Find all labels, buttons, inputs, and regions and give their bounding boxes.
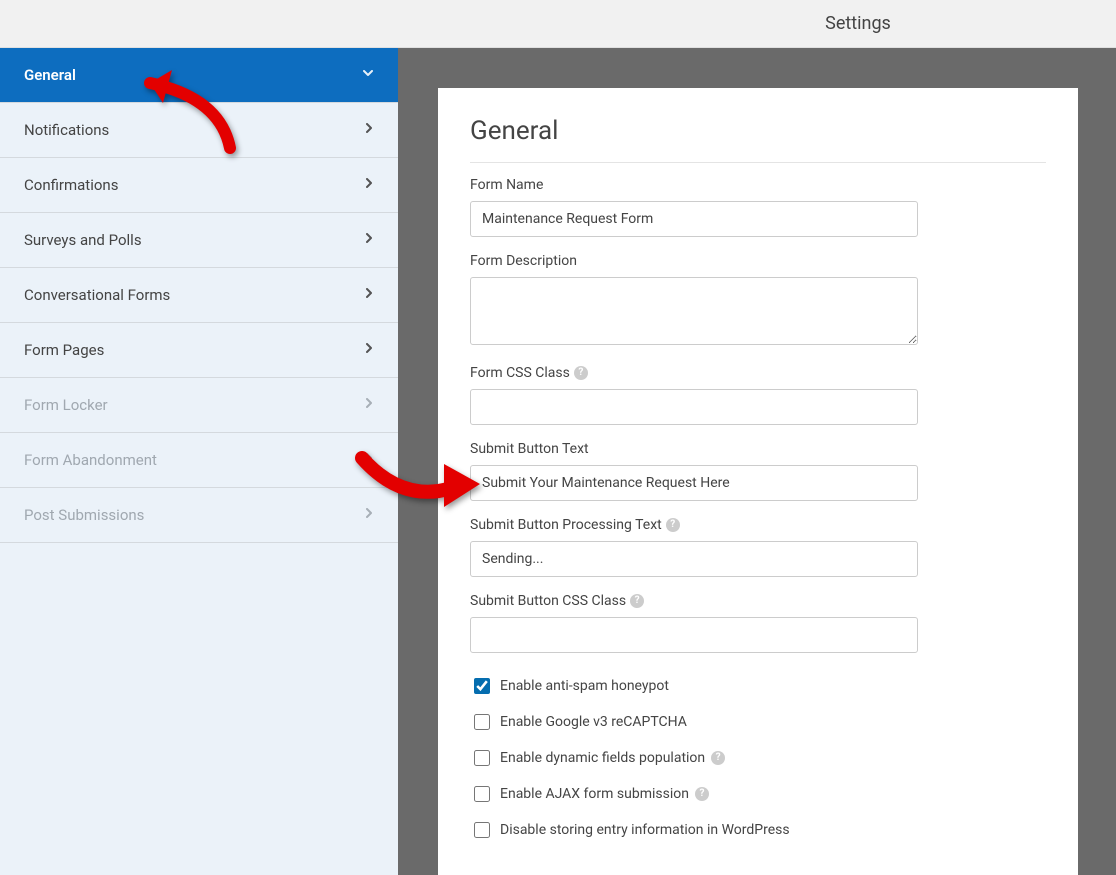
sidebar-item-label: Confirmations: [24, 176, 118, 194]
input-submit-button-css-class[interactable]: [470, 617, 918, 653]
help-icon[interactable]: ?: [711, 751, 725, 765]
label-form-description: Form Description: [470, 253, 1046, 269]
topbar: Settings: [0, 0, 1116, 48]
chevron-down-icon: [362, 67, 374, 83]
checkbox-input[interactable]: [474, 750, 490, 766]
checkbox-row: Disable storing entry information in Wor…: [470, 819, 1046, 841]
input-form-css-class[interactable]: [470, 389, 918, 425]
help-icon[interactable]: ?: [574, 366, 588, 380]
checkbox-list: Enable anti-spam honeypot Enable Google v…: [470, 675, 1046, 841]
input-form-name[interactable]: [470, 201, 918, 237]
field-submit-button-css-class: Submit Button CSS Class?: [470, 593, 1046, 653]
sidebar-item-label: Form Pages: [24, 341, 104, 359]
chevron-right-icon: [364, 507, 374, 523]
checkbox-row: Enable Google v3 reCAPTCHA: [470, 711, 1046, 733]
sidebar-item-general[interactable]: General: [0, 48, 398, 103]
help-icon[interactable]: ?: [630, 594, 644, 608]
label-form-name: Form Name: [470, 177, 1046, 193]
input-form-description[interactable]: [470, 277, 918, 345]
chevron-right-icon: [364, 397, 374, 413]
label-submit-button-processing: Submit Button Processing Text?: [470, 517, 1046, 533]
field-form-name: Form Name: [470, 177, 1046, 237]
sidebar-item-surveys-and-polls[interactable]: Surveys and Polls: [0, 213, 398, 268]
chevron-right-icon: [364, 452, 374, 468]
field-submit-button-text: Submit Button Text: [470, 441, 1046, 501]
sidebar-item-form-abandonment[interactable]: Form Abandonment: [0, 433, 398, 488]
label-submit-button-text: Submit Button Text: [470, 441, 1046, 457]
label-submit-button-css-class: Submit Button CSS Class?: [470, 593, 1046, 609]
checkbox-label: Enable AJAX form submission: [500, 786, 689, 802]
settings-panel: General Form Name Form Description Form …: [438, 88, 1078, 875]
sidebar-item-conversational-forms[interactable]: Conversational Forms: [0, 268, 398, 323]
checkbox-input[interactable]: [474, 678, 490, 694]
content-wrap: General Form Name Form Description Form …: [398, 48, 1116, 875]
sidebar-item-label: General: [24, 66, 76, 84]
sidebar-item-label: Form Abandonment: [24, 451, 157, 469]
input-submit-button-processing[interactable]: [470, 541, 918, 577]
input-submit-button-text[interactable]: [470, 465, 918, 501]
checkbox-input[interactable]: [474, 786, 490, 802]
sidebar: General Notifications Confirmations Surveys…: [0, 48, 398, 875]
sidebar-item-form-locker[interactable]: Form Locker: [0, 378, 398, 433]
panel-heading: General: [470, 116, 1046, 163]
chevron-right-icon: [364, 177, 374, 193]
page-title: Settings: [825, 13, 891, 34]
checkbox-label: Enable dynamic fields population: [500, 750, 705, 766]
checkbox-row: Enable dynamic fields population?: [470, 747, 1046, 769]
checkbox-input[interactable]: [474, 822, 490, 838]
sidebar-item-notifications[interactable]: Notifications: [0, 103, 398, 158]
chevron-right-icon: [364, 122, 374, 138]
help-icon[interactable]: ?: [666, 518, 680, 532]
sidebar-item-label: Notifications: [24, 121, 109, 139]
field-submit-button-processing: Submit Button Processing Text?: [470, 517, 1046, 577]
sidebar-item-post-submissions[interactable]: Post Submissions: [0, 488, 398, 543]
chevron-right-icon: [364, 287, 374, 303]
checkbox-row: Enable AJAX form submission?: [470, 783, 1046, 805]
checkbox-label: Enable anti-spam honeypot: [500, 678, 669, 694]
field-form-description: Form Description: [470, 253, 1046, 349]
chevron-right-icon: [364, 342, 374, 358]
checkbox-row: Enable anti-spam honeypot: [470, 675, 1046, 697]
sidebar-item-label: Post Submissions: [24, 506, 144, 524]
field-form-css-class: Form CSS Class?: [470, 365, 1046, 425]
sidebar-item-form-pages[interactable]: Form Pages: [0, 323, 398, 378]
chevron-right-icon: [364, 232, 374, 248]
sidebar-item-label: Surveys and Polls: [24, 231, 142, 249]
checkbox-label: Enable Google v3 reCAPTCHA: [500, 714, 687, 730]
sidebar-item-label: Conversational Forms: [24, 286, 170, 304]
checkbox-input[interactable]: [474, 714, 490, 730]
sidebar-item-label: Form Locker: [24, 396, 108, 414]
checkbox-label: Disable storing entry information in Wor…: [500, 822, 790, 838]
sidebar-item-confirmations[interactable]: Confirmations: [0, 158, 398, 213]
label-form-css-class: Form CSS Class?: [470, 365, 1046, 381]
help-icon[interactable]: ?: [695, 787, 709, 801]
main-container: General Notifications Confirmations Surveys…: [0, 48, 1116, 875]
